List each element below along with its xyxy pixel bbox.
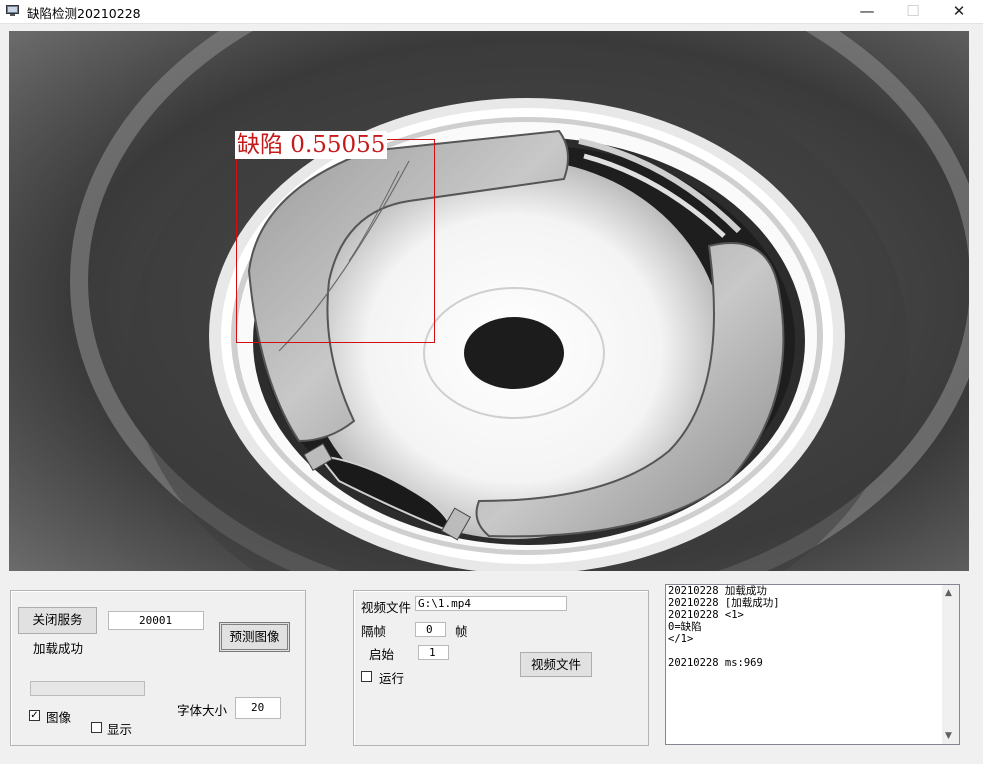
log-output[interactable]: 20210228 加载成功 20210228 [加载成功] 20210228 <…: [665, 584, 960, 745]
interval-label: 隔帧: [361, 624, 387, 639]
close-button[interactable]: ✕: [937, 0, 981, 23]
scroll-up-icon[interactable]: ▲: [945, 588, 952, 598]
font-size-label: 字体大小: [177, 703, 228, 718]
video-file-button[interactable]: 视频文件: [520, 652, 592, 677]
log-scrollbar[interactable]: ▲ ▼: [942, 585, 959, 744]
video-file-field[interactable]: G:\1.mp4: [415, 596, 567, 611]
frame-unit-label: 帧: [455, 624, 468, 639]
run-checkbox-label: 运行: [379, 671, 405, 686]
maximize-button[interactable]: ☐: [891, 0, 935, 23]
port-field[interactable]: 20001: [108, 611, 204, 630]
log-line: 20210228 加载成功: [668, 585, 767, 597]
interval-field[interactable]: 0: [415, 622, 446, 637]
font-size-field[interactable]: 20: [235, 697, 281, 719]
scroll-down-icon[interactable]: ▼: [945, 731, 952, 741]
inspection-image: [9, 31, 969, 571]
video-file-label: 视频文件: [361, 600, 412, 615]
start-label: 启始: [369, 647, 395, 662]
image-viewport: 缺陷 0.55055: [9, 31, 969, 571]
app-icon: [6, 5, 19, 16]
log-line: 20210228 <1>: [668, 609, 744, 621]
image-checkbox[interactable]: ✓: [29, 710, 40, 721]
window-title: 缺陷检测20210228: [27, 6, 141, 21]
predict-image-button[interactable]: 预测图像: [219, 622, 290, 652]
log-line: 0=缺陷: [668, 621, 702, 633]
log-line: 20210228 ms:969: [668, 657, 763, 669]
show-checkbox[interactable]: [91, 722, 102, 733]
show-checkbox-label: 显示: [107, 722, 133, 737]
detection-label: 缺陷 0.55055: [235, 131, 388, 159]
progress-bar: [30, 681, 145, 696]
image-checkbox-label: 图像: [46, 710, 72, 725]
status-text: 加载成功: [33, 641, 84, 656]
minimize-button[interactable]: —: [845, 0, 889, 23]
log-line: 20210228 [加载成功]: [668, 597, 780, 609]
log-line: </1>: [668, 633, 694, 645]
run-checkbox[interactable]: [361, 671, 372, 682]
close-service-button[interactable]: 关闭服务: [18, 607, 97, 634]
start-field[interactable]: 1: [418, 645, 449, 660]
title-bar: 缺陷检测20210228 — ☐ ✕: [0, 0, 983, 24]
detection-box: [236, 139, 435, 343]
